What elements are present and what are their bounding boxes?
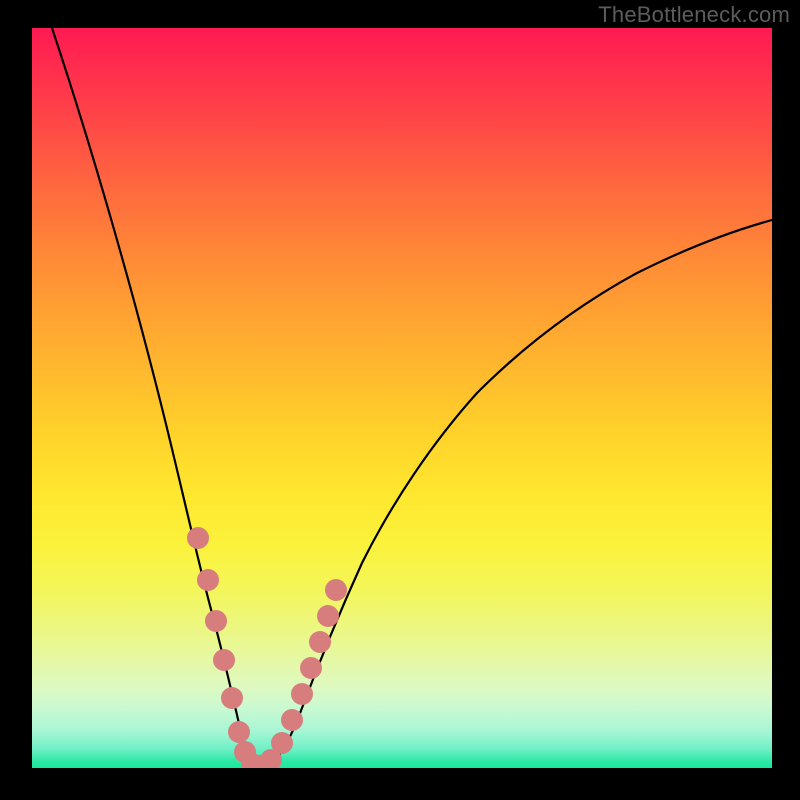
- marker-dot: [281, 709, 303, 731]
- marker-dot: [325, 579, 347, 601]
- marker-dot: [213, 649, 235, 671]
- curve-path: [52, 28, 772, 767]
- marker-dot: [205, 610, 227, 632]
- chart-frame: TheBottleneck.com: [0, 0, 800, 800]
- marker-dot: [271, 732, 293, 754]
- marker-dot: [197, 569, 219, 591]
- marker-dot: [309, 631, 331, 653]
- marker-dot: [291, 683, 313, 705]
- watermark-text: TheBottleneck.com: [598, 2, 790, 28]
- marker-dot: [228, 721, 250, 743]
- bottleneck-curve: [32, 28, 772, 768]
- marker-dot: [221, 687, 243, 709]
- marker-dot: [317, 605, 339, 627]
- marker-dot: [187, 527, 209, 549]
- marker-dot: [300, 657, 322, 679]
- marker-group: [187, 527, 347, 768]
